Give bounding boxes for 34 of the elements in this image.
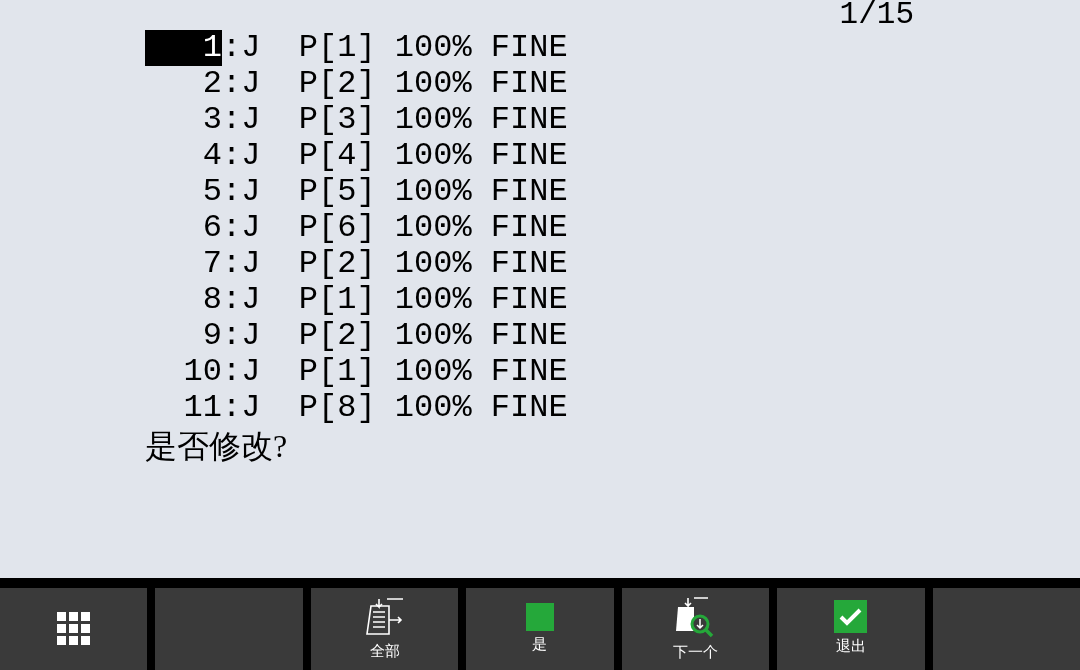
line-number[interactable]: 9 [145, 318, 222, 354]
program-instruction: :J P[6] 100% FINE [222, 210, 568, 246]
program-instruction: :J P[2] 100% FINE [222, 318, 568, 354]
menu-button[interactable] [0, 588, 148, 670]
line-number[interactable]: 6 [145, 210, 222, 246]
program-instruction: :J P[8] 100% FINE [222, 390, 568, 426]
line-number[interactable]: 11 [145, 390, 222, 426]
program-instruction: :J P[5] 100% FINE [222, 174, 568, 210]
softkey-button[interactable]: 退出 [777, 588, 925, 670]
line-number[interactable]: 4 [145, 138, 222, 174]
checkmark-icon [834, 600, 868, 634]
program-instruction: :J P[1] 100% FINE [222, 282, 568, 318]
square-icon [525, 602, 554, 631]
softkey-button[interactable]: 下一个 [621, 588, 770, 670]
page-counter: 1/15 [839, 0, 914, 30]
program-instruction: :J P[3] 100% FINE [222, 102, 568, 138]
empty-softkey[interactable] [155, 588, 303, 670]
program-instruction: :J P[2] 100% FINE [222, 66, 568, 102]
line-number[interactable]: 3 [145, 102, 222, 138]
grid-menu-icon [56, 612, 91, 646]
program-instruction: :J P[1] 100% FINE [222, 354, 568, 390]
line-number[interactable]: 10 [145, 354, 222, 390]
program-instruction: :J P[2] 100% FINE [222, 246, 568, 282]
softkey-button[interactable]: 全部 [310, 588, 459, 670]
line-number[interactable]: 2 [145, 66, 222, 102]
line-number[interactable]: 5 [145, 174, 222, 210]
line-number[interactable]: 1 [145, 30, 222, 66]
line-number[interactable]: 7 [145, 246, 222, 282]
line-number[interactable]: 8 [145, 282, 222, 318]
program-instruction: :J P[1] 100% FINE [222, 30, 568, 66]
prompt-text: 是否修改? [145, 427, 288, 466]
empty-softkey[interactable] [932, 588, 1080, 670]
softkey-button[interactable]: 是 [466, 588, 614, 670]
program-instruction: :J P[4] 100% FINE [222, 138, 568, 174]
